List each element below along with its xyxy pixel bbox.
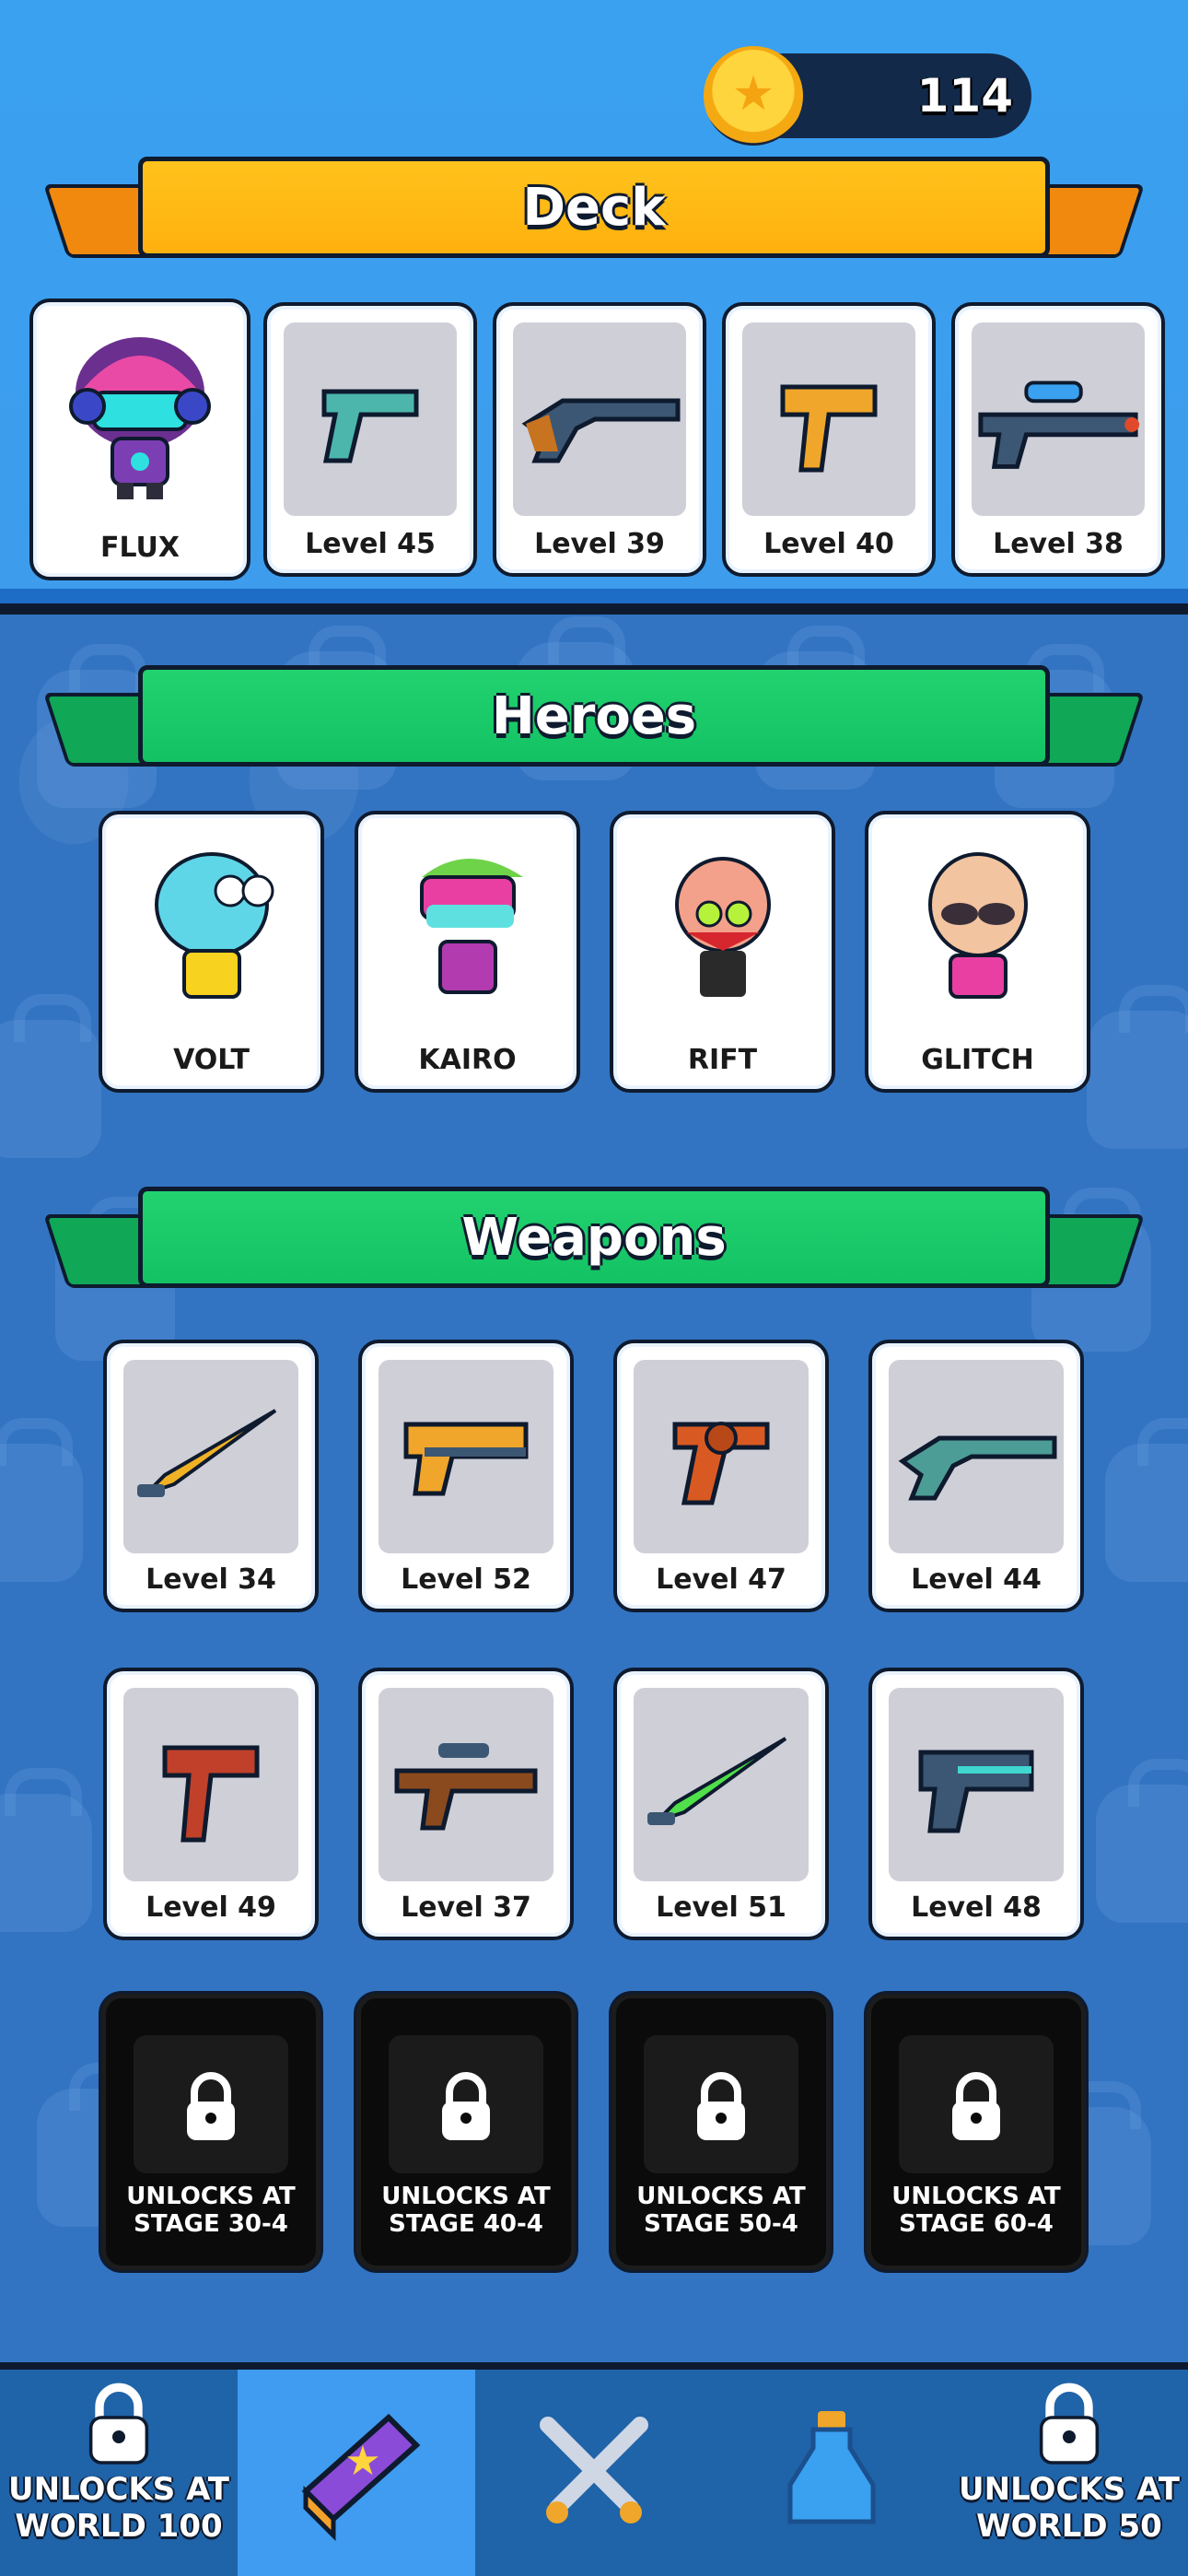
hero-card-volt[interactable]: VOLT xyxy=(99,811,324,1093)
hero-card-rift[interactable]: RIFT xyxy=(610,811,835,1093)
assault-rifle-icon xyxy=(379,1688,553,1881)
weapons-banner: Weapons xyxy=(43,1187,1145,1306)
lock-icon xyxy=(949,2072,1004,2146)
unlock-requirement: UNLOCKS AT STAGE 30-4 xyxy=(126,2183,296,2238)
weapon-level: Level 51 xyxy=(656,1891,786,1924)
unlock-requirement: UNLOCKS AT STAGE 60-4 xyxy=(891,2183,1061,2238)
locked-weapon-slot: UNLOCKS AT STAGE 30-4 xyxy=(101,1994,320,2270)
revolver-icon xyxy=(634,1360,809,1553)
weapon-card[interactable]: Level 49 xyxy=(103,1668,319,1940)
locked-weapon-slot: UNLOCKS AT STAGE 40-4 xyxy=(356,1994,576,2270)
hero-name: GLITCH xyxy=(921,1044,1034,1076)
lock-icon xyxy=(1037,2383,1101,2469)
hero-kairo-icon xyxy=(375,831,560,1025)
pistol-icon xyxy=(284,322,457,516)
weapon-level: Level 52 xyxy=(401,1563,531,1596)
heroes-title: Heroes xyxy=(491,685,697,746)
uzi-icon xyxy=(123,1688,298,1881)
book-icon: ★ xyxy=(278,2390,435,2550)
weapon-level: Level 37 xyxy=(401,1891,531,1924)
nav-locked-left[interactable]: UNLOCKS AT WORLD 100 xyxy=(0,2370,238,2576)
hero-flux-icon xyxy=(50,319,230,512)
divider xyxy=(0,603,1188,615)
deck-slot-label: Level 45 xyxy=(305,528,436,560)
lock-icon xyxy=(438,2072,494,2146)
weapon-card[interactable]: Level 37 xyxy=(358,1668,574,1940)
hero-name: KAIRO xyxy=(418,1044,517,1076)
svg-text:★: ★ xyxy=(344,2438,380,2485)
locked-weapon-slot: UNLOCKS AT STAGE 50-4 xyxy=(611,1994,831,2270)
weapon-card[interactable]: Level 34 xyxy=(103,1340,319,1612)
lock-icon xyxy=(693,2072,749,2146)
hero-card-kairo[interactable]: KAIRO xyxy=(355,811,580,1093)
crossed-swords-icon xyxy=(530,2406,658,2539)
weapon-level: Level 48 xyxy=(911,1891,1042,1924)
gold-star-coin-icon: ★ xyxy=(704,46,803,146)
smg-icon xyxy=(742,322,915,516)
sniper-icon xyxy=(972,322,1145,516)
weapons-title: Weapons xyxy=(461,1207,727,1268)
weapon-level: Level 34 xyxy=(146,1563,276,1596)
weapon-card[interactable]: Level 48 xyxy=(868,1668,1084,1940)
deck-slot-weapon[interactable]: Level 38 xyxy=(951,302,1165,577)
deck-slot-label: Level 39 xyxy=(534,528,665,560)
deck-title: Deck xyxy=(522,177,666,238)
weapon-card[interactable]: Level 47 xyxy=(613,1340,829,1612)
deck-slot-weapon[interactable]: Level 39 xyxy=(493,302,706,577)
nav-locked-right[interactable]: UNLOCKS AT WORLD 50 xyxy=(950,2370,1188,2576)
weapon-card[interactable]: Level 44 xyxy=(868,1340,1084,1612)
coin-amount: 114 xyxy=(916,69,1013,123)
lock-icon xyxy=(87,2383,151,2469)
deck-slot-weapon[interactable]: Level 45 xyxy=(263,302,477,577)
deck-slot-label: FLUX xyxy=(99,532,181,564)
hero-name: RIFT xyxy=(687,1044,758,1076)
potion-icon xyxy=(776,2406,887,2539)
unlock-requirement: UNLOCKS AT STAGE 40-4 xyxy=(381,2183,551,2238)
nav-potion[interactable] xyxy=(713,2370,950,2576)
weapon-level: Level 49 xyxy=(146,1891,276,1924)
hero-name: VOLT xyxy=(173,1044,250,1076)
weapon-level: Level 44 xyxy=(911,1563,1042,1596)
deck-slot-hero[interactable]: FLUX xyxy=(29,299,250,580)
nav-unlock-text: UNLOCKS AT WORLD 50 xyxy=(959,2471,1180,2545)
lock-icon xyxy=(183,2072,239,2146)
deck-slot-label: Level 38 xyxy=(993,528,1124,560)
weapon-card[interactable]: Level 52 xyxy=(358,1340,574,1612)
green-sword-icon xyxy=(634,1688,809,1881)
plasma-gun-icon xyxy=(889,1688,1064,1881)
deck-banner: Deck xyxy=(43,157,1145,276)
deck-slot-weapon[interactable]: Level 40 xyxy=(722,302,936,577)
deck-slot-label: Level 40 xyxy=(763,528,894,560)
blaster-icon xyxy=(379,1360,553,1553)
nav-unlock-text: UNLOCKS AT WORLD 100 xyxy=(8,2471,229,2545)
teal-shotgun-icon xyxy=(889,1360,1064,1553)
shotgun-icon xyxy=(513,322,686,516)
nav-battle[interactable] xyxy=(475,2370,713,2576)
bottom-nav: UNLOCKS AT WORLD 100 ★ UNLOCKS AT WORLD … xyxy=(0,2362,1188,2576)
weapon-level: Level 47 xyxy=(656,1563,786,1596)
hero-rift-icon xyxy=(630,831,815,1025)
hero-volt-icon xyxy=(119,831,304,1025)
unlock-requirement: UNLOCKS AT STAGE 50-4 xyxy=(636,2183,806,2238)
gold-sword-icon xyxy=(123,1360,298,1553)
hero-glitch-icon xyxy=(885,831,1070,1025)
weapon-card[interactable]: Level 51 xyxy=(613,1668,829,1940)
nav-collection[interactable]: ★ xyxy=(238,2370,475,2576)
locked-weapon-slot: UNLOCKS AT STAGE 60-4 xyxy=(867,1994,1086,2270)
heroes-banner: Heroes xyxy=(43,665,1145,785)
hero-card-glitch[interactable]: GLITCH xyxy=(865,811,1090,1093)
